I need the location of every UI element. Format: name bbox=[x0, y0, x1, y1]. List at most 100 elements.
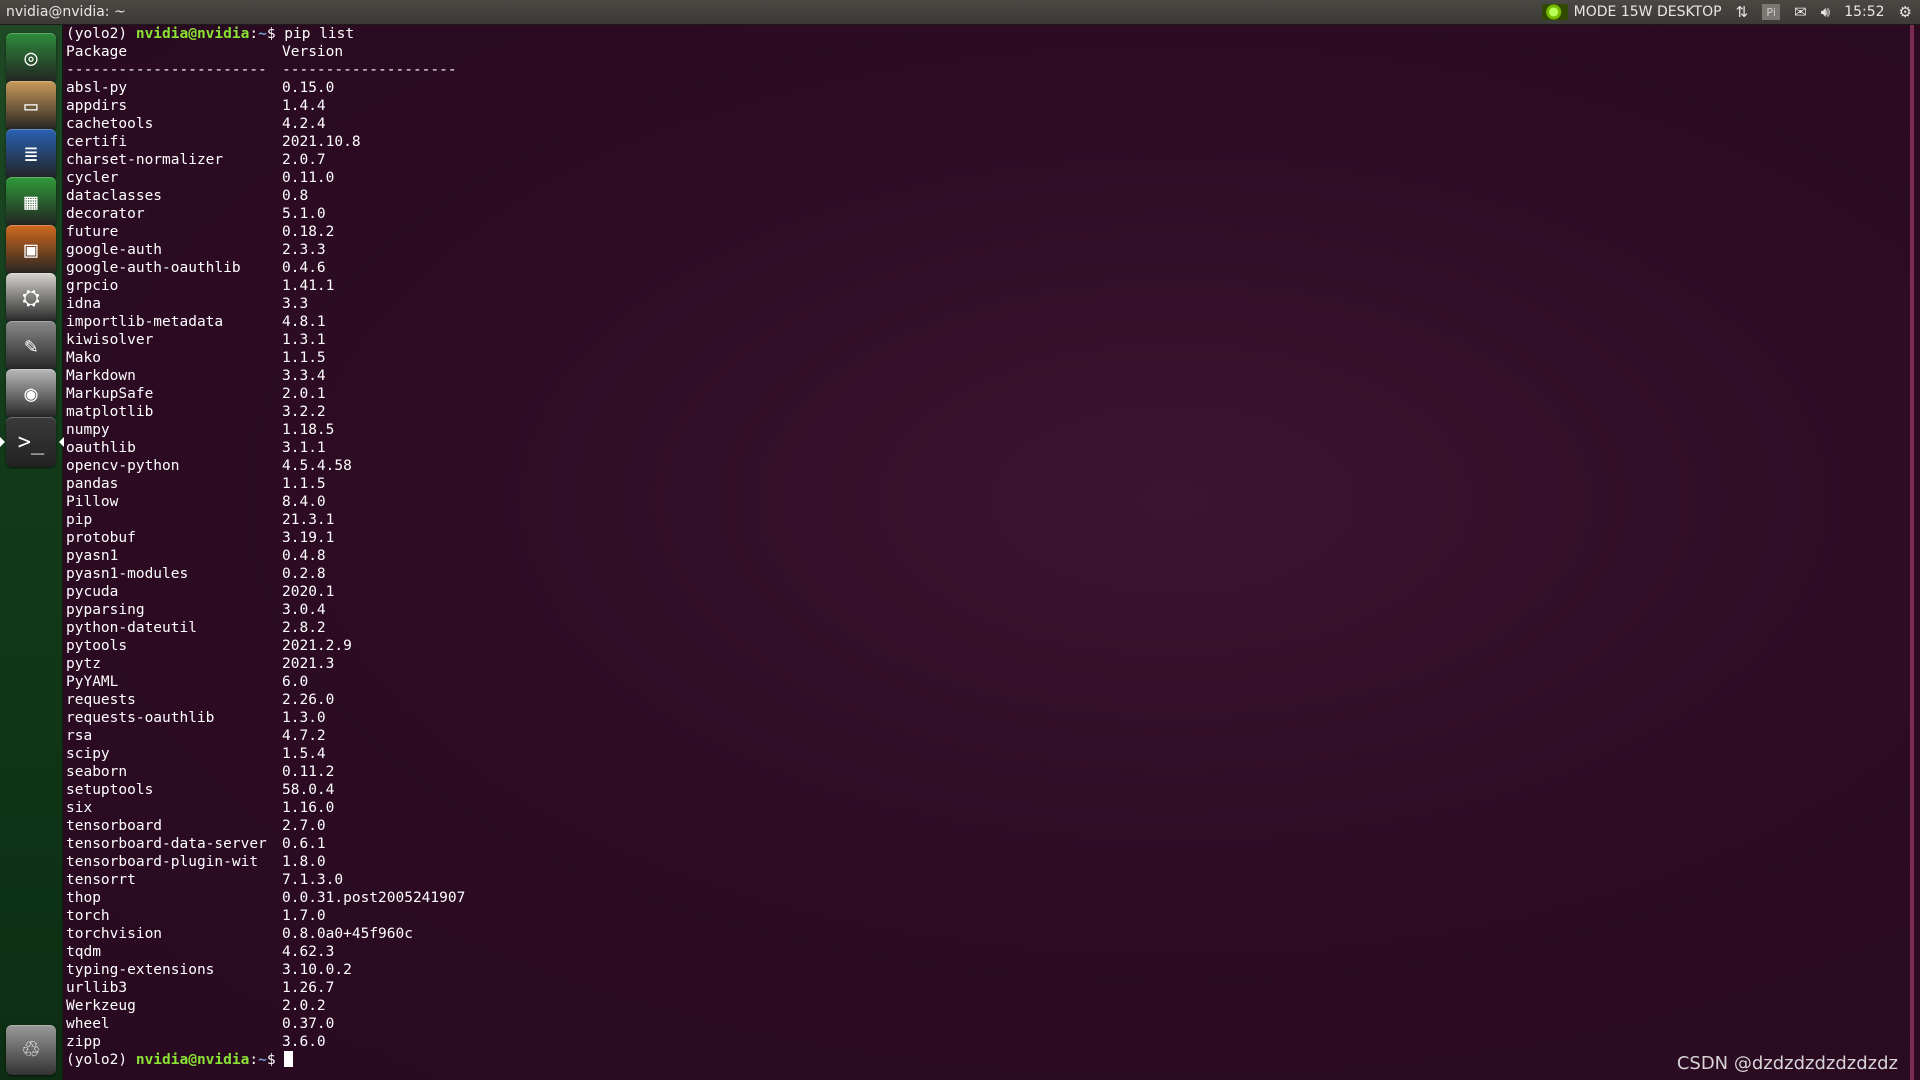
gear-icon[interactable]: ⚙ bbox=[1899, 3, 1912, 21]
package-name: Markdown bbox=[66, 368, 136, 384]
table-row: PyYAML 6.0 bbox=[66, 673, 465, 691]
table-row: python-dateutil 2.8.2 bbox=[66, 619, 465, 637]
writer-icon[interactable]: ≣ bbox=[6, 129, 56, 179]
table-row: pandas 1.1.5 bbox=[66, 475, 465, 493]
table-row: tqdm 4.62.3 bbox=[66, 943, 465, 961]
terminal-icon[interactable]: >_ bbox=[0, 417, 64, 467]
table-row: wheel 0.37.0 bbox=[66, 1015, 465, 1033]
package-version: 0.8 bbox=[282, 188, 309, 204]
clock[interactable]: 15:52 bbox=[1844, 4, 1884, 20]
package-name: MarkupSafe bbox=[66, 386, 154, 402]
package-version: 3.3 bbox=[282, 296, 309, 312]
prompt-env: (yolo2) bbox=[66, 1052, 136, 1068]
software-center-icon[interactable]: ⛭ bbox=[6, 273, 56, 323]
package-version: 2021.3 bbox=[282, 656, 335, 672]
package-name: rsa bbox=[66, 728, 93, 744]
final-prompt-line[interactable]: (yolo2) nvidia@nvidia:~$ bbox=[66, 1051, 465, 1069]
table-row: MarkupSafe 2.0.1 bbox=[66, 385, 465, 403]
package-name: thop bbox=[66, 890, 101, 906]
table-row: Markdown 3.3.4 bbox=[66, 367, 465, 385]
mail-icon[interactable]: ✉ bbox=[1794, 3, 1807, 21]
package-version: 0.15.0 bbox=[282, 80, 335, 96]
launcher-glyph: ◎ bbox=[24, 45, 38, 71]
package-version: 0.11.2 bbox=[282, 764, 335, 780]
package-name: tqdm bbox=[66, 944, 101, 960]
package-version: 3.1.1 bbox=[282, 440, 326, 456]
launcher-glyph: ▦ bbox=[24, 189, 38, 215]
table-row: Werkzeug 2.0.2 bbox=[66, 997, 465, 1015]
network-icon[interactable]: ⇅ bbox=[1736, 3, 1749, 21]
table-row: numpy 1.18.5 bbox=[66, 421, 465, 439]
package-name: pyasn1-modules bbox=[66, 566, 189, 582]
table-row: dataclasses 0.8 bbox=[66, 187, 465, 205]
calc-icon[interactable]: ▦ bbox=[6, 177, 56, 227]
table-separator: ----------------------- ----------------… bbox=[66, 61, 465, 79]
package-name: typing-extensions bbox=[66, 962, 215, 978]
volume-icon[interactable]: 🔊︎ bbox=[1821, 3, 1830, 21]
table-row: appdirs 1.4.4 bbox=[66, 97, 465, 115]
package-version: 0.8.0a0+45f960c bbox=[282, 926, 413, 942]
package-name: requests bbox=[66, 692, 136, 708]
table-row: Mako 1.1.5 bbox=[66, 349, 465, 367]
prompt-path: ~ bbox=[258, 1052, 267, 1068]
table-row: Pillow 8.4.0 bbox=[66, 493, 465, 511]
package-version: 58.0.4 bbox=[282, 782, 335, 798]
table-row: oauthlib 3.1.1 bbox=[66, 439, 465, 457]
impress-icon[interactable]: ▣ bbox=[6, 225, 56, 275]
package-name: pytools bbox=[66, 638, 128, 654]
table-row: seaborn 0.11.2 bbox=[66, 763, 465, 781]
package-name: setuptools bbox=[66, 782, 154, 798]
launcher-glyph: ✎ bbox=[24, 333, 38, 359]
package-version: 2.3.3 bbox=[282, 242, 326, 258]
package-version: 1.1.5 bbox=[282, 476, 326, 492]
launcher-glyph: ♲ bbox=[21, 1037, 41, 1063]
package-version: 1.41.1 bbox=[282, 278, 335, 294]
package-version: 1.16.0 bbox=[282, 800, 335, 816]
package-name: kiwisolver bbox=[66, 332, 154, 348]
package-name: Mako bbox=[66, 350, 101, 366]
package-version: 1.18.5 bbox=[282, 422, 335, 438]
package-name: protobuf bbox=[66, 530, 136, 546]
pi-icon[interactable]: Pi bbox=[1762, 4, 1781, 20]
table-row: cachetools 4.2.4 bbox=[66, 115, 465, 133]
files-icon[interactable]: ▭ bbox=[6, 81, 56, 131]
terminal-window[interactable]: (yolo2) nvidia@nvidia:~$ pip list Packag… bbox=[64, 25, 1914, 1080]
table-row: absl-py 0.15.0 bbox=[66, 79, 465, 97]
table-row: tensorrt 7.1.3.0 bbox=[66, 871, 465, 889]
package-name: zipp bbox=[66, 1034, 101, 1050]
table-row: scipy 1.5.4 bbox=[66, 745, 465, 763]
package-name: wheel bbox=[66, 1016, 110, 1032]
scrollbar[interactable] bbox=[1910, 25, 1914, 1080]
package-version: 2.26.0 bbox=[282, 692, 335, 708]
terminal-output: (yolo2) nvidia@nvidia:~$ pip list Packag… bbox=[66, 25, 465, 1069]
separator-version: -------------------- bbox=[282, 62, 457, 78]
ubuntu-dash-icon[interactable]: ◎ bbox=[6, 33, 56, 83]
package-version: 1.3.1 bbox=[282, 332, 326, 348]
table-row: pyasn1 0.4.8 bbox=[66, 547, 465, 565]
package-version: 4.2.4 bbox=[282, 116, 326, 132]
package-name: pyasn1 bbox=[66, 548, 119, 564]
nvpmodel-indicator[interactable]: MODE 15W DESKTOP bbox=[1541, 4, 1722, 20]
camera-icon[interactable]: ◉ bbox=[6, 369, 56, 419]
table-row: typing-extensions 3.10.0.2 bbox=[66, 961, 465, 979]
package-version: 2.0.7 bbox=[282, 152, 326, 168]
package-name: idna bbox=[66, 296, 101, 312]
package-name: torchvision bbox=[66, 926, 163, 942]
trash-icon[interactable]: ♲ bbox=[6, 1025, 56, 1075]
table-row: tensorboard 2.7.0 bbox=[66, 817, 465, 835]
package-name: pip bbox=[66, 512, 93, 528]
package-name: pytz bbox=[66, 656, 101, 672]
package-version: 0.18.2 bbox=[282, 224, 335, 240]
launcher-glyph: ◉ bbox=[24, 381, 38, 407]
package-version: 2.0.1 bbox=[282, 386, 326, 402]
table-row: six 1.16.0 bbox=[66, 799, 465, 817]
package-name: certifi bbox=[66, 134, 128, 150]
package-version: 3.0.4 bbox=[282, 602, 326, 618]
package-name: python-dateutil bbox=[66, 620, 197, 636]
prompt-sep: : bbox=[249, 1052, 259, 1068]
package-name: oauthlib bbox=[66, 440, 136, 456]
package-version: 2.8.2 bbox=[282, 620, 326, 636]
header-version: Version bbox=[282, 44, 344, 60]
package-name: opencv-python bbox=[66, 458, 180, 474]
system-settings-icon[interactable]: ✎ bbox=[6, 321, 56, 371]
